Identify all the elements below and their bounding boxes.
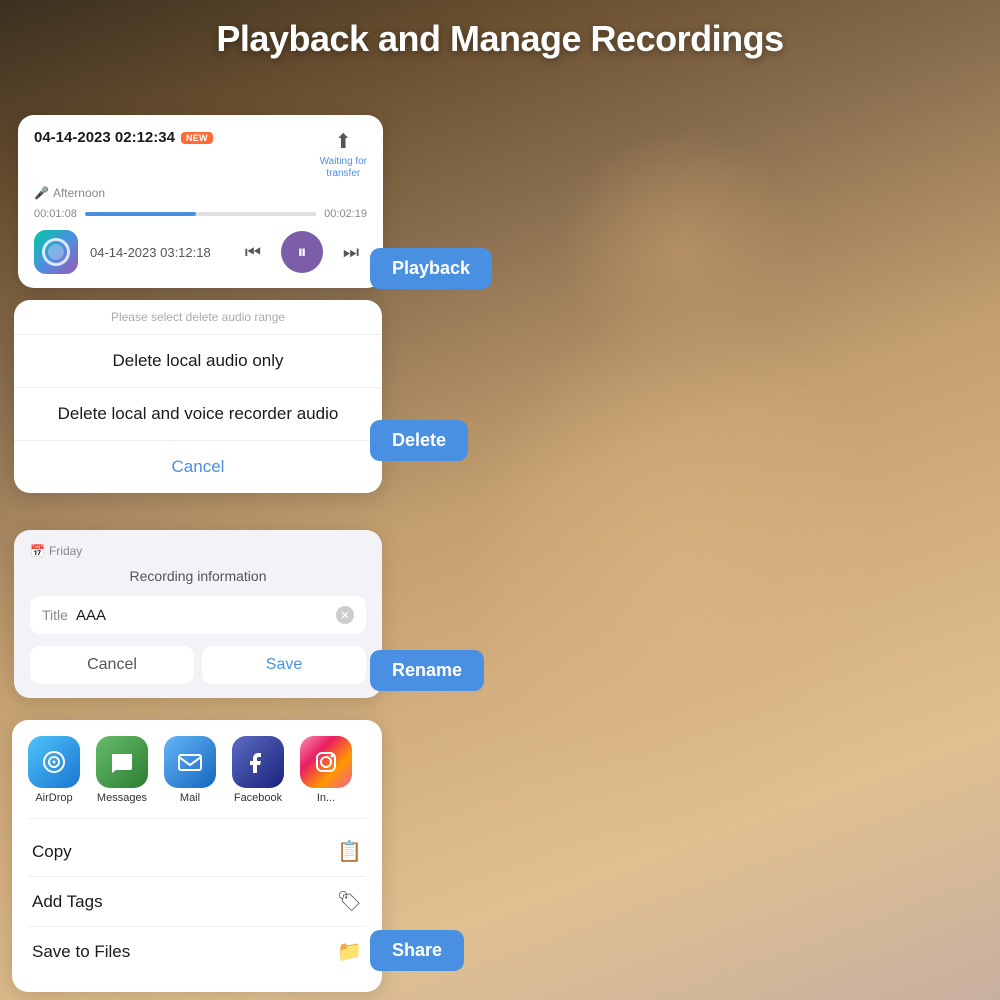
delete-card: Please select delete audio range Delete …: [14, 300, 382, 493]
progress-row: 00:01:08 00:02:19: [34, 208, 367, 220]
secondary-date: 04-14-2023 03:12:18: [90, 245, 225, 260]
rename-cancel-button[interactable]: Cancel: [30, 646, 194, 684]
mic-icon: 🎤: [34, 186, 49, 200]
tags-icon: 🏷: [337, 889, 362, 914]
app-logo: [34, 230, 78, 274]
facebook-icon: [232, 736, 284, 788]
pause-button[interactable]: ⏸: [281, 231, 323, 273]
rename-label: Rename: [370, 650, 484, 691]
friday-label: 📅 Friday: [30, 544, 366, 558]
playback-label: Playback: [370, 248, 492, 289]
progress-bar[interactable]: [85, 212, 316, 216]
page-title: Playback and Manage Recordings: [0, 18, 1000, 60]
next-button[interactable]: ⏭: [335, 236, 367, 268]
share-app-messages[interactable]: Messages: [96, 736, 148, 804]
title-value[interactable]: AAA: [76, 607, 328, 624]
title-input-row: Title AAA ✕: [30, 596, 366, 634]
new-badge: NEW: [181, 132, 213, 144]
recording-date: 04-14-2023 02:12:34 NEW: [34, 129, 213, 146]
mail-icon: [164, 736, 216, 788]
afternoon-label: 🎤 Afternoon: [34, 186, 367, 200]
instagram-label: In...: [317, 792, 335, 804]
airdrop-label: AirDrop: [35, 792, 72, 804]
delete-option-local[interactable]: Delete local audio only: [14, 335, 382, 388]
playback-card-header: 04-14-2023 02:12:34 NEW ⬆ Waiting fortra…: [34, 129, 367, 180]
share-label: Share: [370, 930, 464, 971]
playback-card: 04-14-2023 02:12:34 NEW ⬆ Waiting fortra…: [18, 115, 383, 288]
instagram-icon: [300, 736, 352, 788]
share-divider: [28, 818, 366, 819]
clear-title-button[interactable]: ✕: [336, 606, 354, 624]
share-card: AirDrop Messages Mail: [12, 720, 382, 992]
recording-info-title: Recording information: [30, 568, 366, 584]
files-icon: 📁: [337, 939, 362, 964]
messages-icon: [96, 736, 148, 788]
title-label: Title: [42, 607, 68, 623]
rename-actions: Cancel Save: [30, 646, 366, 684]
date-text: 04-14-2023 02:12:34: [34, 129, 175, 146]
friday-text: Friday: [49, 544, 82, 558]
delete-label: Delete: [370, 420, 468, 461]
delete-hint: Please select delete audio range: [14, 300, 382, 335]
rename-save-button[interactable]: Save: [202, 646, 366, 684]
share-app-mail[interactable]: Mail: [164, 736, 216, 804]
facebook-label: Facebook: [234, 792, 282, 804]
copy-text: Copy: [32, 842, 72, 862]
share-option-tags[interactable]: Add Tags 🏷: [28, 877, 366, 927]
messages-label: Messages: [97, 792, 147, 804]
share-option-files[interactable]: Save to Files 📁: [28, 927, 366, 976]
friday-icon: 📅: [30, 544, 45, 558]
share-option-copy[interactable]: Copy 📋: [28, 827, 366, 877]
share-app-facebook[interactable]: Facebook: [232, 736, 284, 804]
delete-option-both[interactable]: Delete local and voice recorder audio: [14, 388, 382, 441]
transfer-icon: ⬆: [335, 129, 352, 154]
app-logo-inner: [42, 238, 70, 266]
tags-text: Add Tags: [32, 892, 103, 912]
progress-fill: [85, 212, 196, 216]
transfer-button[interactable]: ⬆ Waiting fortransfer: [320, 129, 367, 180]
time-total: 00:02:19: [324, 208, 367, 220]
mail-label: Mail: [180, 792, 200, 804]
copy-icon: 📋: [337, 839, 362, 864]
afternoon-text: Afternoon: [53, 186, 105, 200]
delete-cancel-button[interactable]: Cancel: [14, 441, 382, 493]
prev-button[interactable]: ⏮: [237, 236, 269, 268]
transfer-text: Waiting fortransfer: [320, 156, 367, 180]
playback-controls: 04-14-2023 03:12:18 ⏮ ⏸ ⏭: [34, 230, 367, 274]
share-app-airdrop[interactable]: AirDrop: [28, 736, 80, 804]
airdrop-icon: [28, 736, 80, 788]
time-elapsed: 00:01:08: [34, 208, 77, 220]
rename-card: 📅 Friday Recording information Title AAA…: [14, 530, 382, 698]
files-text: Save to Files: [32, 942, 130, 962]
share-apps-row: AirDrop Messages Mail: [28, 736, 366, 804]
share-app-instagram[interactable]: In...: [300, 736, 352, 804]
